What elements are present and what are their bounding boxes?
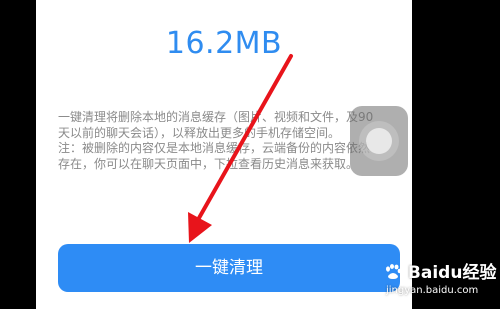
watermark-brand: Baidu经验 xyxy=(407,263,497,283)
baidu-jingyan-watermark: Baidu经验 jingyan.baidu.com xyxy=(384,256,500,306)
cache-size-value: 16.2MB xyxy=(165,26,283,61)
phone-screen: 16.2MB 一键清理将删除本地的消息缓存（图片、视频和文件，及90天以前的聊天… xyxy=(0,0,500,309)
assistive-touch-icon[interactable] xyxy=(350,106,408,176)
cleanup-note: 注：被删除的内容仅是本地消息缓存，云端备份的内容依然存在，你可以在聊天页面中，下… xyxy=(58,141,371,171)
watermark-brand-row: Baidu经验 xyxy=(384,258,496,283)
watermark-url: jingyan.baidu.com xyxy=(386,285,479,296)
assistive-touch-ring xyxy=(359,121,399,161)
baidu-paw-icon xyxy=(386,264,402,279)
cleanup-description: 一键清理将删除本地的消息缓存（图片、视频和文件，及90天以前的聊天会话），以释放… xyxy=(58,110,374,140)
cleanup-description-block: 一键清理将删除本地的消息缓存（图片、视频和文件，及90天以前的聊天会话），以释放… xyxy=(58,110,380,172)
one-click-clean-button[interactable]: 一键清理 xyxy=(58,244,400,292)
